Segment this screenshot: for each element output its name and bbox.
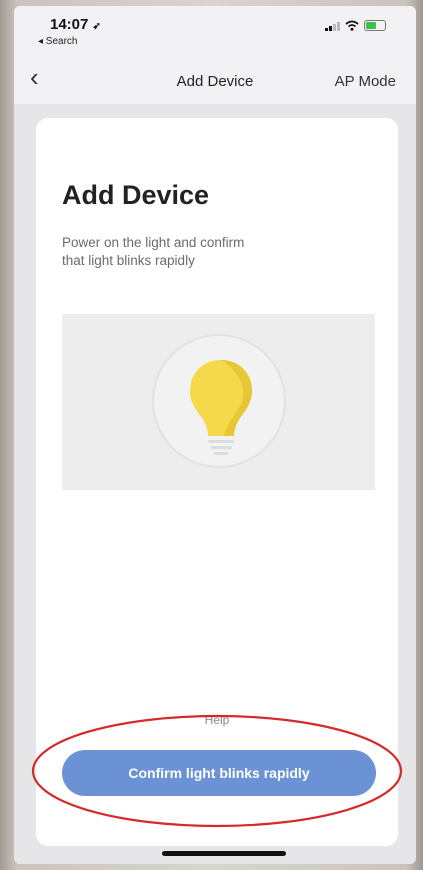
wifi-icon: [345, 20, 359, 31]
battery-icon: [364, 20, 386, 31]
location-arrow-icon: ➶: [92, 21, 101, 32]
bulb-circle: [152, 334, 286, 468]
back-to-search-link[interactable]: ◂ Search: [38, 36, 77, 47]
status-bar: 14:07 ➶ ◂ Search: [14, 6, 416, 58]
device-illustration: [62, 314, 375, 490]
instruction-text: Power on the light and confirm that ligh…: [62, 235, 245, 268]
confirm-button[interactable]: Confirm light blinks rapidly: [62, 750, 376, 796]
time-text: 14:07: [50, 16, 89, 33]
status-time: 14:07 ➶: [50, 16, 101, 33]
light-bulb-icon: [190, 360, 252, 455]
status-icons: [325, 20, 386, 31]
signal-icon: [325, 21, 340, 31]
add-device-card: Add Device Power on the light and confir…: [36, 118, 398, 846]
nav-bar: ‹ Add Device AP Mode: [14, 58, 416, 104]
help-link[interactable]: Help: [36, 713, 398, 727]
page-title: Add Device: [62, 180, 210, 210]
phone-screen: 14:07 ➶ ◂ Search ‹ Add Device AP Mode Ad…: [14, 6, 416, 864]
ap-mode-button[interactable]: AP Mode: [335, 73, 396, 90]
home-indicator[interactable]: [162, 851, 286, 856]
